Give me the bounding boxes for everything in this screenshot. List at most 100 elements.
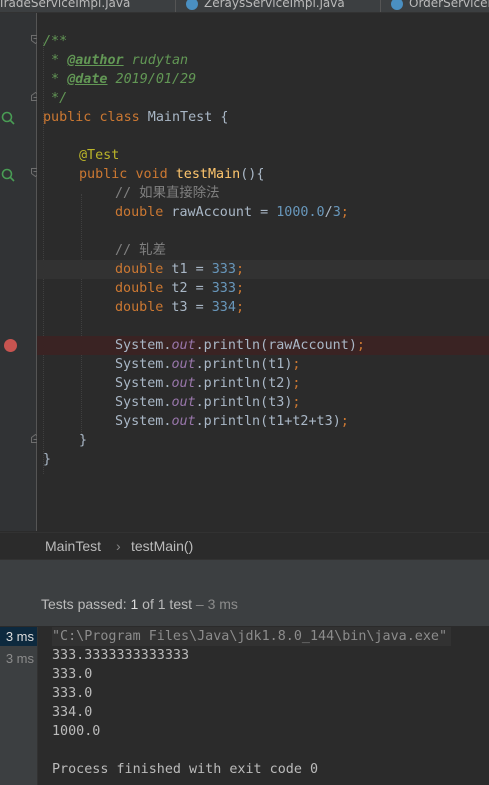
class-ref: System. bbox=[115, 395, 172, 410]
tool-window-header bbox=[0, 559, 489, 591]
semicolon: ; bbox=[292, 376, 301, 391]
variable: t1 = bbox=[163, 262, 212, 277]
keyword: double bbox=[115, 300, 164, 315]
breakpoint-icon[interactable] bbox=[4, 339, 17, 352]
punctuation: ) bbox=[348, 338, 357, 353]
keyword: class bbox=[99, 110, 140, 125]
semicolon: ; bbox=[340, 205, 349, 220]
code-line: // 轧差 bbox=[37, 241, 489, 260]
number: 3 bbox=[332, 205, 341, 220]
tab-separator bbox=[175, 0, 176, 12]
annotation: @Test bbox=[79, 148, 120, 163]
breadcrumb-class[interactable]: MainTest bbox=[45, 538, 101, 554]
punctuation: ) bbox=[332, 414, 341, 429]
doc-comment: rudytan bbox=[123, 53, 189, 68]
run-console[interactable]: 3 ms 3 ms "C:\Program Files\Java\jdk1.8.… bbox=[0, 627, 489, 785]
breadcrumb: MainTest › testMain() bbox=[0, 532, 489, 559]
code-line: */ bbox=[37, 89, 489, 108]
class-ref: System. bbox=[115, 338, 172, 353]
code-line: double t3 = 334; bbox=[37, 298, 489, 317]
test-status-text: Tests passed: 1 of 1 test – 3 ms bbox=[41, 596, 238, 612]
tab-separator bbox=[380, 0, 381, 12]
test-status-prefix: Tests passed: bbox=[41, 596, 131, 612]
test-tree: 3 ms 3 ms bbox=[0, 627, 38, 785]
code-line: * @date 2019/01/29 bbox=[37, 70, 489, 89]
method-call: .println( bbox=[195, 357, 269, 372]
closing-brace: } bbox=[43, 452, 52, 467]
console-output-line: 333.0 bbox=[52, 667, 93, 682]
editor-gutter[interactable] bbox=[0, 13, 40, 531]
java-file-icon bbox=[391, 0, 403, 10]
doc-tag: @author bbox=[67, 53, 124, 68]
run-test-method-icon[interactable] bbox=[1, 168, 15, 182]
run-test-class-icon[interactable] bbox=[1, 111, 15, 125]
test-total: of 1 test bbox=[138, 596, 192, 612]
static-field: out bbox=[171, 395, 196, 410]
line-comment: // 轧差 bbox=[115, 243, 166, 258]
keyword: double bbox=[115, 281, 164, 296]
tab-trade-service[interactable]: TradeServiceImpl.java bbox=[0, 0, 130, 12]
console-output-line: 333.3333333333333 bbox=[52, 648, 190, 663]
console-output-line: 333.0 bbox=[52, 686, 93, 701]
doc-comment: */ bbox=[43, 91, 68, 106]
variable: rawAccount = bbox=[163, 205, 277, 220]
method-name: testMain bbox=[175, 167, 241, 182]
doc-tag: @date bbox=[67, 72, 108, 87]
code-line: // 如果直接除法 bbox=[37, 184, 489, 203]
argument: t1+t2+t3 bbox=[268, 414, 333, 429]
code-line: /** bbox=[37, 32, 489, 51]
code-line: System.out.println(t2); bbox=[37, 374, 489, 393]
code-line: public void testMain(){ bbox=[37, 165, 489, 184]
code-line: System.out.println(t1+t2+t3); bbox=[37, 412, 489, 431]
class-ref: System. bbox=[115, 414, 172, 429]
argument: t3 bbox=[268, 395, 285, 410]
keyword: void bbox=[135, 167, 168, 182]
editor-tabs: TradeServiceImpl.java ZeraysServiceImpl.… bbox=[0, 0, 489, 13]
doc-comment: /** bbox=[43, 34, 68, 49]
doc-comment: * bbox=[43, 72, 68, 87]
method-call: .println( bbox=[195, 338, 269, 353]
semicolon: ; bbox=[356, 338, 365, 353]
tab-zerays-service[interactable]: ZeraysServiceImpl.java bbox=[186, 0, 345, 12]
console-output-line: 334.0 bbox=[52, 705, 93, 720]
number: 334 bbox=[211, 300, 236, 315]
code-line: * @author rudytan bbox=[37, 51, 489, 70]
console-output-line: 1000.0 bbox=[52, 724, 101, 739]
class-name: MainTest { bbox=[139, 110, 229, 125]
keyword: public bbox=[43, 110, 92, 125]
static-field: out bbox=[171, 357, 196, 372]
console-command: "C:\Program Files\Java\jdk1.8.0_144\bin\… bbox=[52, 627, 452, 646]
code-editor[interactable]: /** * @author rudytan * @date 2019/01/29… bbox=[37, 13, 489, 531]
code-line-current: double t1 = 333; bbox=[37, 260, 489, 279]
test-tree-row[interactable]: 3 ms bbox=[0, 649, 37, 668]
method-call: .println( bbox=[195, 376, 269, 391]
line-comment: // 如果直接除法 bbox=[115, 186, 220, 201]
number: 1000.0 bbox=[276, 205, 325, 220]
variable: t2 = bbox=[163, 281, 212, 296]
semicolon: ; bbox=[235, 281, 244, 296]
test-time: 3 ms bbox=[5, 651, 34, 666]
doc-comment: * bbox=[43, 53, 68, 68]
test-tree-row-selected[interactable]: 3 ms bbox=[0, 627, 37, 646]
breadcrumb-method[interactable]: testMain() bbox=[131, 538, 193, 554]
breadcrumb-separator: › bbox=[116, 538, 121, 554]
number: 333 bbox=[211, 281, 236, 296]
method-call: .println( bbox=[195, 395, 269, 410]
tab-order-service[interactable]: OrderServiceImpl.java bbox=[391, 0, 489, 12]
test-status-bar: Tests passed: 1 of 1 test – 3 ms bbox=[0, 590, 489, 626]
tab-label: OrderServiceImpl.java bbox=[409, 0, 489, 10]
code-line: public class MainTest { bbox=[37, 108, 489, 127]
argument: rawAccount bbox=[268, 338, 349, 353]
keyword: public bbox=[79, 167, 128, 182]
semicolon: ; bbox=[292, 395, 301, 410]
code-line: double t2 = 333; bbox=[37, 279, 489, 298]
console-exit-message: Process finished with exit code 0 bbox=[52, 762, 319, 777]
static-field: out bbox=[171, 338, 196, 353]
static-field: out bbox=[171, 376, 196, 391]
code-line: double rawAccount = 1000.0/3; bbox=[37, 203, 489, 222]
closing-brace: } bbox=[79, 433, 88, 448]
keyword: double bbox=[115, 262, 164, 277]
java-file-icon bbox=[186, 0, 198, 10]
semicolon: ; bbox=[292, 357, 301, 372]
doc-comment: 2019/01/29 bbox=[107, 72, 197, 87]
